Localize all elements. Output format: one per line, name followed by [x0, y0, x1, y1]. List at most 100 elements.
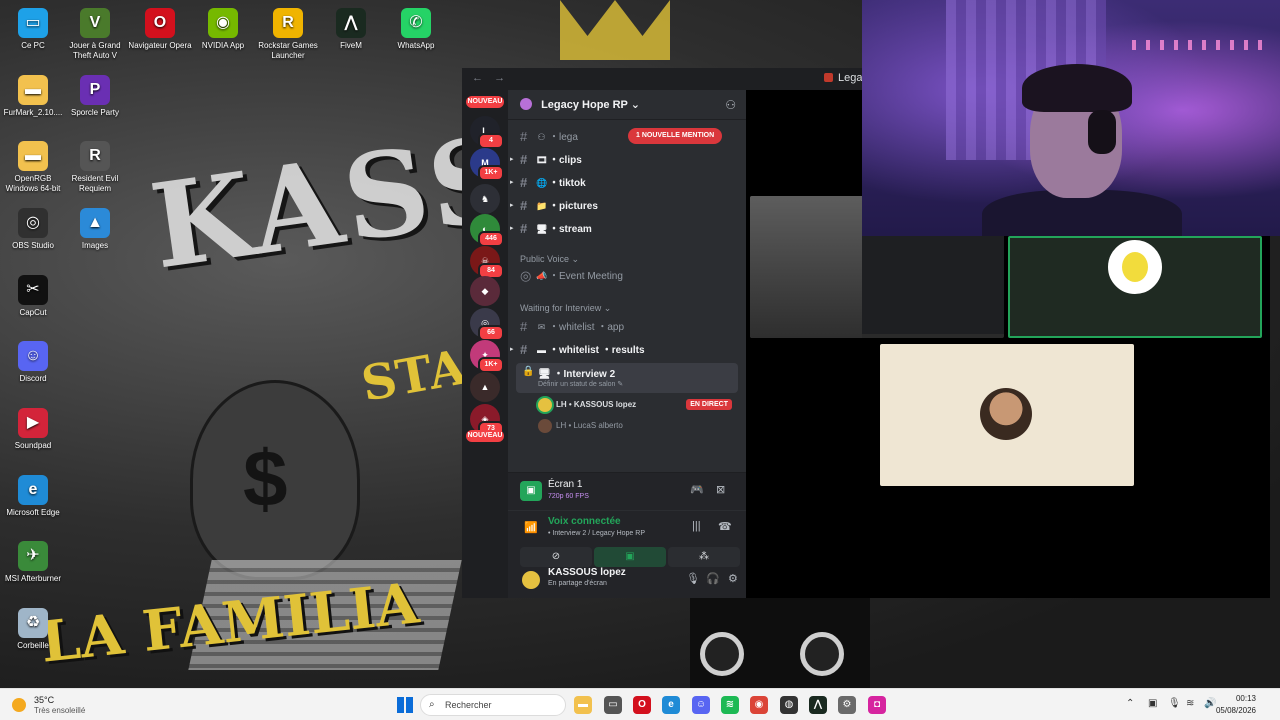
- participant-tile-speaking[interactable]: [1008, 236, 1262, 338]
- desktop-icon[interactable]: ♻ Corbeille: [0, 608, 66, 651]
- unread-dot-icon: ▸: [510, 179, 514, 186]
- headphones-icon[interactable]: 🎧: [706, 572, 720, 585]
- server-icon[interactable]: ▲: [470, 372, 500, 402]
- noise-suppression-icon[interactable]: |||: [692, 520, 701, 532]
- gamepad-icon[interactable]: 🎮: [690, 483, 704, 496]
- desktop-icon[interactable]: ✆ WhatsApp: [383, 8, 449, 51]
- channel-event-meeting[interactable]: ◎ 📣 ・Event Meeting: [516, 266, 738, 286]
- weather-description: Très ensoleillé: [34, 706, 86, 715]
- new-servers-pill[interactable]: NOUVEAU: [466, 96, 504, 108]
- category-waiting-interview[interactable]: Waiting for Interview ⌄: [520, 301, 611, 315]
- speaker-right: [800, 632, 844, 676]
- spotify-icon[interactable]: ≋: [721, 696, 739, 714]
- signal-icon[interactable]: 📶: [524, 521, 538, 534]
- stream-title: Écran 1: [548, 479, 583, 490]
- new-mention-pill[interactable]: 1 NOUVELLE MENTION: [628, 128, 723, 144]
- desktop-icon[interactable]: ▬ FurMark_2.10....: [0, 75, 66, 118]
- text-channel[interactable]: ▸ # ▬ ・whitelist ・results: [510, 340, 738, 360]
- activities-button[interactable]: ⁂: [668, 547, 740, 567]
- server-icon[interactable]: ✦ 1K+: [470, 340, 504, 373]
- fivem-icon[interactable]: ⋀: [809, 696, 827, 714]
- text-channel[interactable]: # ✉ ・whitelist ・app: [516, 317, 738, 337]
- category-public-voice[interactable]: Public Voice ⌄: [520, 252, 579, 266]
- back-arrow-icon[interactable]: ←: [472, 72, 483, 84]
- text-channel[interactable]: ▸ # 🌐 ・tiktok: [510, 173, 738, 193]
- discord-icon[interactable]: ☺: [692, 696, 710, 714]
- steam-like-icon[interactable]: ◍: [780, 696, 798, 714]
- stop-stream-icon[interactable]: ⊠: [716, 483, 725, 496]
- tray-app-icon[interactable]: ▣: [1148, 698, 1157, 709]
- microphone-icon[interactable]: 🎙: [1168, 698, 1181, 709]
- disconnect-icon[interactable]: ☎: [718, 520, 732, 533]
- windows-start-icon[interactable]: [397, 697, 413, 713]
- server-icon[interactable]: ◐ 446: [470, 214, 504, 247]
- server-icon[interactable]: L4: [470, 116, 504, 149]
- chrome-icon[interactable]: ◉: [750, 696, 768, 714]
- desktop-icon[interactable]: O Navigateur Opera: [127, 8, 193, 51]
- channel-label: ・tiktok: [549, 178, 586, 189]
- channel-interview-2[interactable]: 🔒 🖥 ・Interview 2 Définir un statut de sa…: [516, 363, 738, 393]
- add-member-icon[interactable]: ⚇: [725, 98, 736, 112]
- text-channel[interactable]: ▸ # 🎞 ・clips: [510, 150, 738, 170]
- desktop-icon[interactable]: ◎ OBS Studio: [0, 208, 66, 251]
- avatar[interactable]: [522, 571, 540, 589]
- user-name[interactable]: KASSOUS lopez: [548, 567, 626, 578]
- edge-icon[interactable]: e: [662, 696, 680, 714]
- camera-off-button[interactable]: ⊘: [520, 547, 592, 567]
- desktop-icon[interactable]: ▲ Images: [62, 208, 128, 251]
- mention-badge: 1K+: [478, 165, 504, 181]
- server-icon[interactable]: M 1K+: [470, 148, 504, 181]
- file-explorer-icon[interactable]: ▬: [574, 696, 592, 714]
- forward-arrow-icon[interactable]: →: [494, 72, 505, 84]
- participant-tile[interactable]: [880, 344, 1134, 486]
- computer-icon: ▭: [18, 8, 48, 38]
- desktop-icon[interactable]: V Jouer à Grand Theft Auto V: [62, 8, 128, 61]
- channel-emoji: ▬: [537, 345, 546, 355]
- desktop-icon[interactable]: R Rockstar Games Launcher: [255, 8, 321, 61]
- desktop-icon[interactable]: ▬ OpenRGB Windows 64-bit: [0, 141, 66, 194]
- desktop-icon[interactable]: R Resident Evil Requiem: [62, 141, 128, 194]
- search-input[interactable]: ⌕ Rechercher: [420, 694, 566, 716]
- clock[interactable]: 00:13 05/08/2026: [1216, 693, 1256, 717]
- settings-icon[interactable]: ⚙: [838, 696, 856, 714]
- channel-status[interactable]: Définir un statut de salon ✎: [538, 380, 623, 388]
- text-channel[interactable]: ▸ # 📁 ・pictures: [510, 196, 738, 216]
- desktop-icon[interactable]: ✂ CapCut: [0, 275, 66, 318]
- microphone-icon[interactable]: 🎙: [686, 572, 700, 585]
- instagram-icon[interactable]: ◘: [868, 696, 886, 714]
- voice-location[interactable]: • Interview 2 / Legacy Hope RP: [548, 530, 645, 537]
- voice-participant[interactable]: LH • LucaS alberto: [538, 417, 738, 435]
- opera-icon[interactable]: O: [633, 696, 651, 714]
- category-label: Waiting for Interview: [520, 303, 602, 313]
- desktop-icon[interactable]: e Microsoft Edge: [0, 475, 66, 518]
- time: 00:13: [1235, 694, 1256, 703]
- desktop-icon[interactable]: ☺ Discord: [0, 341, 66, 384]
- desktop-icon[interactable]: ⋀ FiveM: [318, 8, 384, 51]
- server-header[interactable]: Legacy Hope RP ⌄ ⚇: [508, 90, 746, 120]
- wifi-icon[interactable]: ≋: [1186, 698, 1194, 709]
- text-channel[interactable]: ▸ # 🖥 ・stream: [510, 219, 738, 239]
- afterburner-icon: ✈: [18, 541, 48, 571]
- voice-status[interactable]: Voix connectée: [548, 516, 621, 527]
- desktop-icon[interactable]: ◉ NVIDIA App: [190, 8, 256, 51]
- mention-badge: 4: [478, 133, 504, 149]
- server-icon[interactable]: ☠ 84: [470, 246, 504, 279]
- desktop-icon[interactable]: P Sporcle Party: [62, 75, 128, 118]
- volume-icon[interactable]: 🔊: [1204, 698, 1216, 709]
- gear-icon[interactable]: ⚙: [728, 572, 738, 585]
- chevron-up-icon[interactable]: ⌃: [1126, 698, 1134, 709]
- new-servers-pill[interactable]: NOUVEAU: [466, 430, 504, 442]
- server-icon[interactable]: ◆: [470, 276, 500, 306]
- desktop-icon[interactable]: ▶ Soundpad: [0, 408, 66, 451]
- channel-label: ・whitelist ・results: [549, 345, 645, 356]
- channel-label: ・stream: [549, 224, 592, 235]
- server-icon[interactable]: ◎ 66: [470, 308, 504, 341]
- task-view-icon[interactable]: ▭: [604, 696, 622, 714]
- desktop-icon[interactable]: ▭ Ce PC: [0, 8, 66, 51]
- server-icon[interactable]: ♞: [470, 184, 500, 214]
- share-screen-button[interactable]: ▣: [594, 547, 666, 567]
- voice-participant[interactable]: LH • KASSOUS lopez EN DIRECT: [538, 396, 738, 414]
- desktop-icon[interactable]: ✈ MSI Afterburner: [0, 541, 66, 584]
- mention-badge: 446: [478, 231, 504, 247]
- mention-badge: 1K+: [478, 357, 504, 373]
